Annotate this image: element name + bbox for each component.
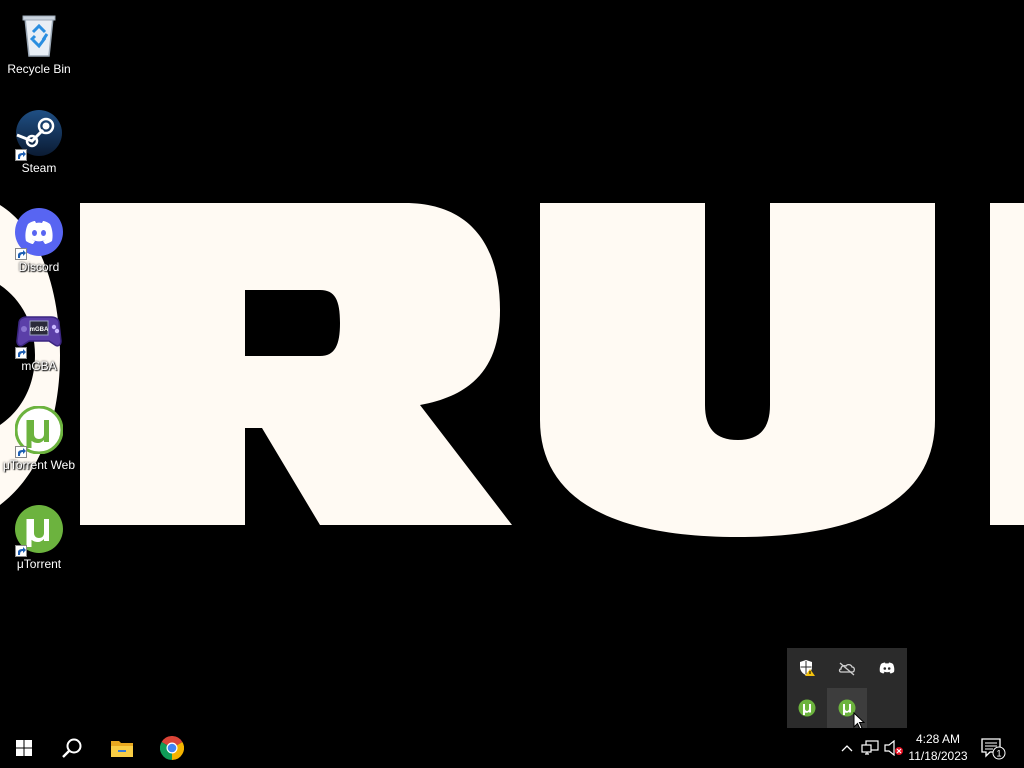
file-explorer-icon	[111, 741, 133, 757]
discord-icon	[15, 208, 63, 260]
desktop-icon-discord[interactable]: Discord	[0, 202, 78, 294]
file-explorer-button[interactable]	[98, 728, 146, 768]
tray-empty-slot	[867, 688, 907, 728]
search-button[interactable]	[48, 728, 96, 768]
utorrent-tray-icon	[798, 699, 816, 717]
tray-item-utorrent[interactable]	[787, 688, 827, 728]
tray-overflow-flyout	[787, 648, 907, 728]
desktop-icon-label: μTorrent	[16, 557, 62, 571]
notification-count: 1	[996, 749, 1001, 759]
desktop-icon-label: Discord	[18, 260, 60, 274]
shortcut-arrow-icon	[15, 446, 27, 458]
taskbar: 4:28 AM 11/18/2023 1	[0, 728, 1024, 768]
notification-icon: 1	[981, 738, 1006, 760]
shortcut-arrow-icon	[15, 347, 27, 359]
recycle-bin-icon	[15, 10, 63, 58]
action-center-button[interactable]: 1	[978, 728, 1008, 768]
tray-item-windows-security[interactable]	[787, 648, 827, 688]
clock-time: 4:28 AM	[915, 732, 961, 746]
tray-item-onedrive[interactable]	[827, 648, 867, 688]
network-icon	[861, 740, 879, 755]
desktop-icon-label: Steam	[21, 161, 57, 175]
steam-icon	[15, 109, 63, 161]
desktop-icon-steam[interactable]: Steam	[0, 103, 78, 195]
discord-tray-icon	[879, 662, 895, 674]
desktop-icon-label: mGBA	[21, 359, 57, 373]
desktop-icon-mgba[interactable]: mGBA mGBA	[0, 301, 78, 393]
desktop-icon-recycle-bin[interactable]: Recycle Bin	[0, 4, 78, 96]
show-hidden-icons-button[interactable]	[837, 728, 857, 768]
desktop-icon-label: Recycle Bin	[7, 62, 71, 76]
chevron-up-icon	[841, 745, 853, 752]
chrome-button[interactable]	[148, 728, 196, 768]
start-button[interactable]	[0, 728, 48, 768]
network-tray-button[interactable]	[859, 728, 881, 768]
desktop-icon-utorrent-web[interactable]: μTorrent Web	[0, 400, 78, 492]
desktop-icon-utorrent[interactable]: μTorrent	[0, 499, 78, 591]
volume-tray-button[interactable]	[883, 728, 905, 768]
svg-text:mGBA: mGBA	[30, 327, 49, 333]
shortcut-arrow-icon	[15, 248, 27, 260]
onedrive-offline-icon	[838, 662, 856, 676]
utorrent-web-icon	[14, 405, 64, 458]
desktop-wallpaper: RU	[0, 0, 1024, 728]
clock[interactable]: 4:28 AM 11/18/2023	[903, 728, 973, 768]
clock-date: 11/18/2023	[908, 749, 968, 763]
volume-muted-icon	[884, 740, 903, 756]
mgba-icon: mGBA	[15, 307, 63, 359]
chrome-icon	[160, 736, 184, 760]
windows-security-warning-icon	[800, 660, 815, 676]
shortcut-arrow-icon	[15, 149, 27, 161]
start-icon	[16, 740, 32, 756]
tray-item-discord[interactable]	[867, 648, 907, 688]
shortcut-arrow-icon	[15, 545, 27, 557]
desktop-icon-label: μTorrent Web	[2, 458, 76, 472]
search-icon	[62, 738, 82, 758]
wallpaper-graphic: RU	[0, 203, 1024, 537]
utorrent-icon	[15, 505, 63, 557]
